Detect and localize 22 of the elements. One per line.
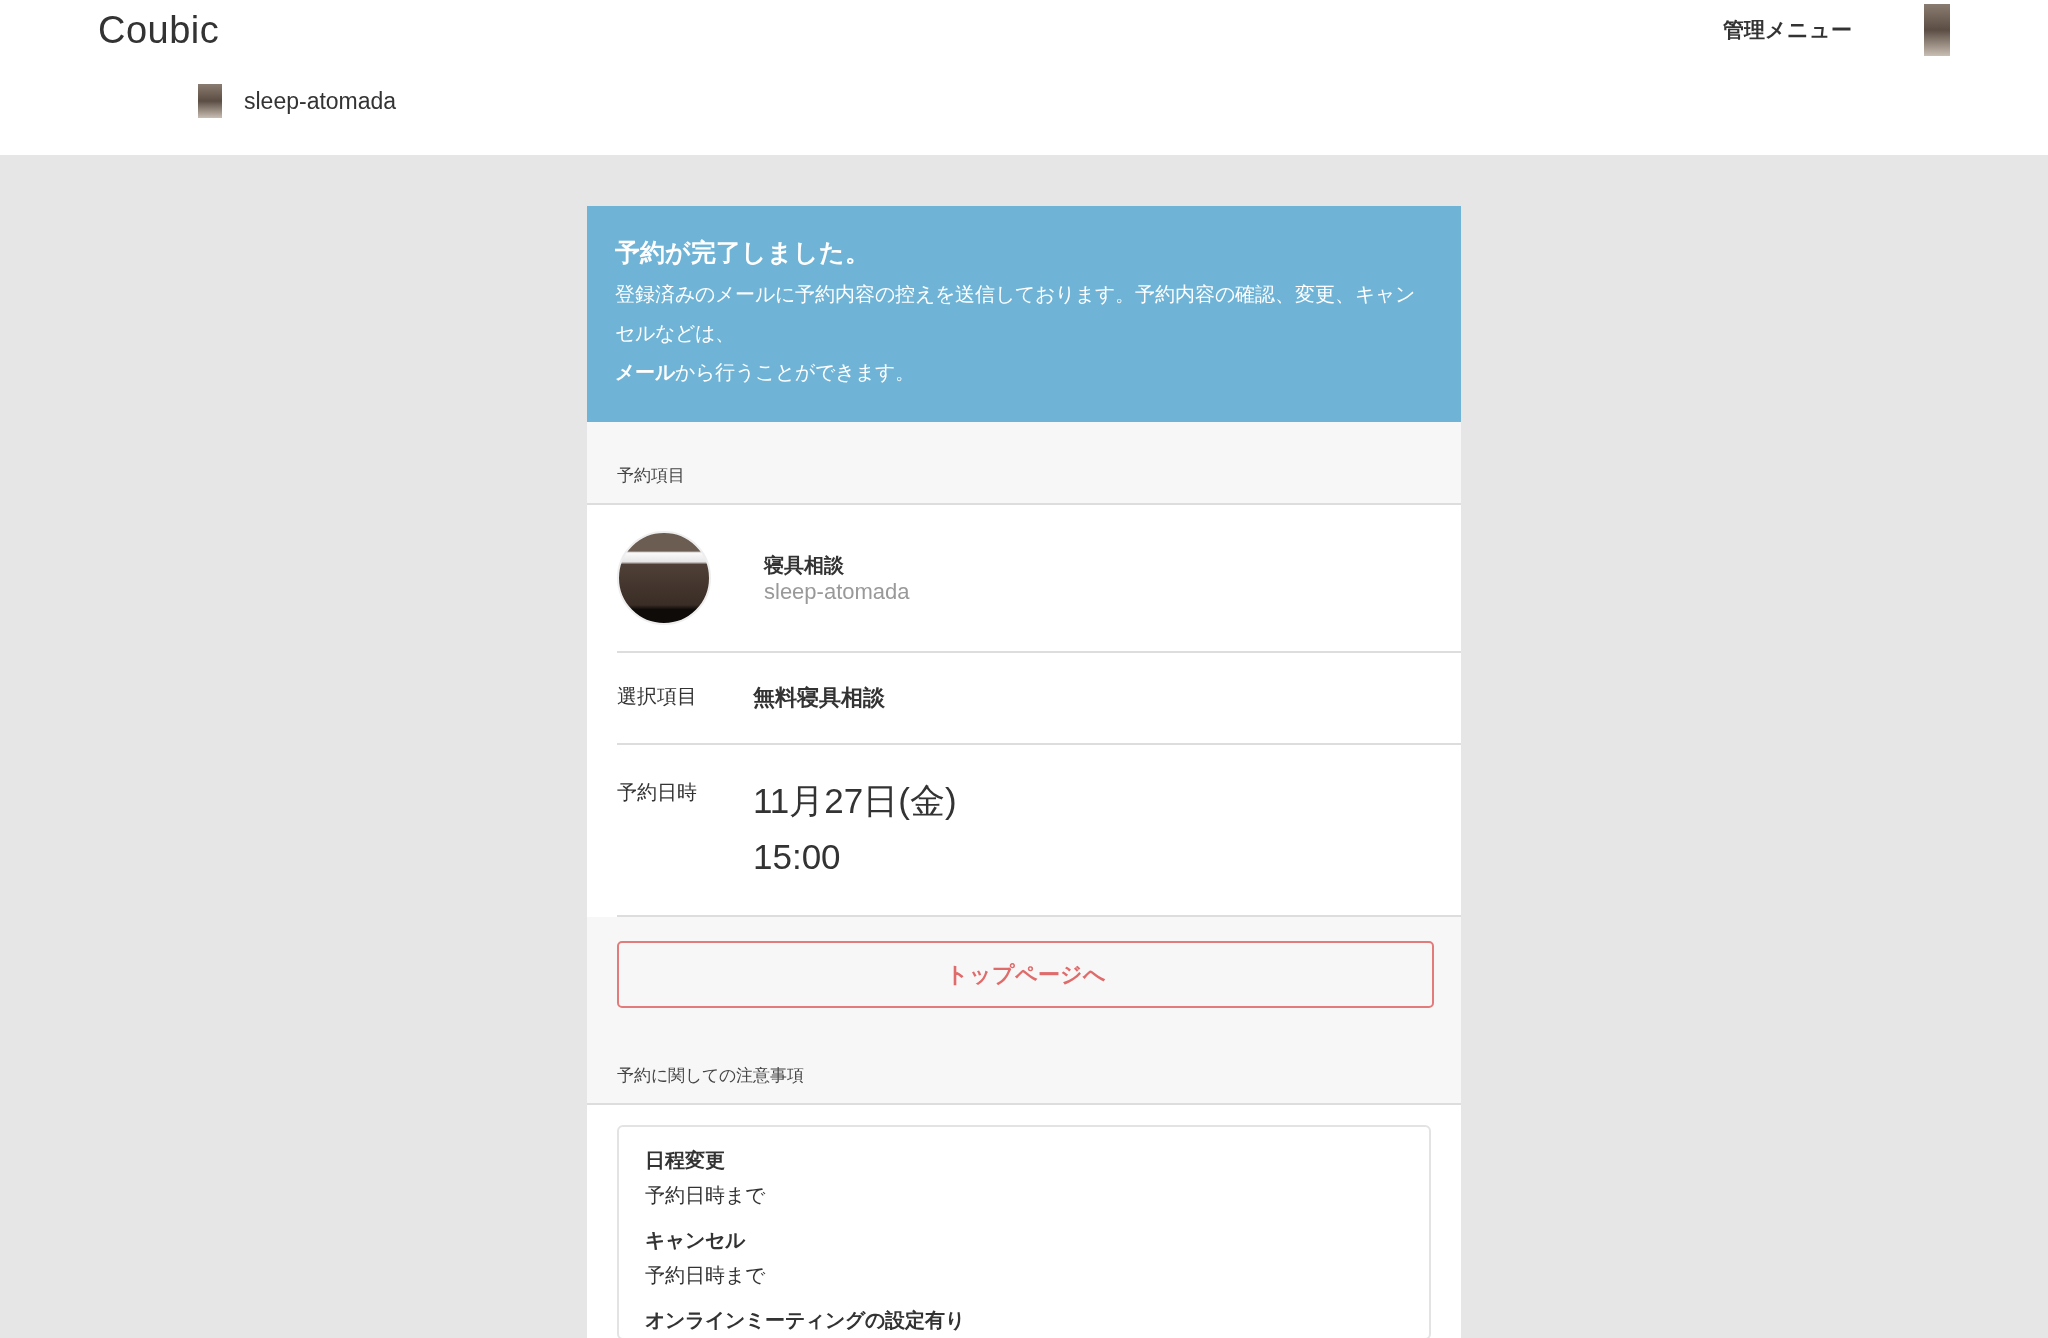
info-value: 無料寝具相談	[753, 684, 885, 712]
section-heading: 予約に関しての注意事項	[587, 1008, 1461, 1105]
note-value: 予約日時まで	[645, 1263, 766, 1288]
note-title: 日程変更	[645, 1148, 726, 1173]
banner-text: 登録済みのメールに予約内容の控えを送信しております。予約内容の確認、変更、キャンセルなどは、	[615, 282, 1416, 346]
shop-avatar	[198, 84, 222, 118]
banner-text: メールから行うことができます。	[615, 360, 916, 385]
note-value: 予約日時まで	[645, 1183, 766, 1208]
note-title: キャンセル	[645, 1228, 747, 1253]
service-shop: sleep-atomada	[764, 578, 910, 605]
service-name: 寝具相談	[764, 552, 845, 578]
note-title: オンラインミーティングの設定有り	[645, 1308, 966, 1333]
info-label: 予約日時	[617, 780, 698, 805]
user-avatar[interactable]	[1924, 4, 1950, 56]
datetime-value: 11月27日(金)	[753, 780, 957, 822]
logo[interactable]: Coubic	[98, 8, 220, 52]
shop-name-link[interactable]: sleep-atomada	[244, 87, 397, 115]
banner-title: 予約が完了しました。	[615, 237, 871, 268]
info-label: 選択項目	[617, 684, 698, 709]
datetime-value: 15:00	[753, 836, 842, 878]
section-heading: 予約項目	[587, 422, 1461, 505]
admin-menu-link[interactable]: 管理メニュー	[1723, 16, 1852, 44]
